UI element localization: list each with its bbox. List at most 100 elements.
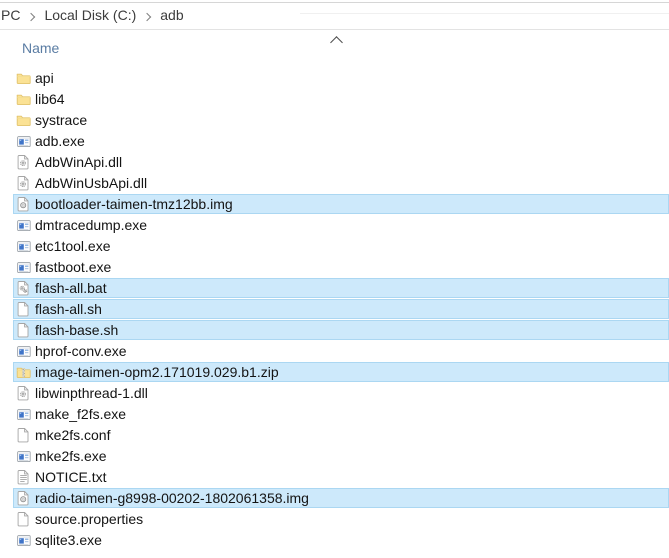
file-name: flash-all.sh (35, 301, 102, 317)
file-row-highlight: systrace (13, 110, 669, 130)
script-icon (16, 280, 31, 296)
column-header-name[interactable]: Name (22, 40, 59, 56)
file-row[interactable]: flash-all.bat (0, 278, 669, 299)
file-row[interactable]: lib64 (0, 89, 669, 110)
file-row-highlight: flash-all.sh (13, 299, 669, 319)
file-name: dmtracedump.exe (35, 217, 148, 233)
file-row-highlight: hprof-conv.exe (13, 341, 669, 361)
address-bar[interactable]: PC Local Disk (C:) adb (0, 2, 669, 30)
file-row[interactable]: radio-taimen-g8998-00202-1802061358.img (0, 488, 669, 509)
file-name: bootloader-taimen-tmz12bb.img (35, 196, 233, 212)
file-row-highlight: make_f2fs.exe (13, 404, 669, 424)
file-row-highlight: source.properties (13, 509, 669, 529)
file-row[interactable]: fastboot.exe (0, 257, 669, 278)
file-row[interactable]: api (0, 68, 669, 89)
doc-icon (16, 322, 31, 338)
file-row[interactable]: NOTICE.txt (0, 467, 669, 488)
file-row-highlight: mke2fs.exe (13, 446, 669, 466)
file-row-highlight: api (13, 68, 669, 88)
file-name: AdbWinUsbApi.dll (35, 175, 148, 191)
folder-icon (16, 70, 31, 86)
app-icon (16, 532, 31, 548)
file-row-highlight: NOTICE.txt (13, 467, 669, 487)
folder-icon (16, 91, 31, 107)
file-row-highlight: etc1tool.exe (13, 236, 669, 256)
file-row[interactable]: AdbWinApi.dll (0, 152, 669, 173)
file-name: mke2fs.conf (35, 427, 111, 443)
breadcrumb: PC Local Disk (C:) adb (0, 7, 184, 25)
file-row[interactable]: AdbWinUsbApi.dll (0, 173, 669, 194)
file-row[interactable]: flash-base.sh (0, 320, 669, 341)
file-name: AdbWinApi.dll (35, 154, 123, 170)
breadcrumb-item[interactable]: PC (1, 7, 20, 23)
file-row[interactable]: etc1tool.exe (0, 236, 669, 257)
dll-icon (16, 175, 31, 191)
file-row-highlight: AdbWinUsbApi.dll (13, 173, 669, 193)
app-icon (16, 343, 31, 359)
file-row[interactable]: adb.exe (0, 131, 669, 152)
file-row-highlight: lib64 (13, 89, 669, 109)
doc-icon (16, 511, 31, 527)
file-row-highlight: libwinpthread-1.dll (13, 383, 669, 403)
breadcrumb-item[interactable]: Local Disk (C:) (44, 7, 136, 23)
file-row-highlight: image-taimen-opm2.171019.029.b1.zip (13, 362, 669, 382)
address-bar-divider (300, 13, 669, 14)
breadcrumb-separator-icon[interactable] (27, 12, 36, 22)
disc-image-icon (16, 196, 31, 212)
file-row-highlight: mke2fs.conf (13, 425, 669, 445)
file-row-highlight: sqlite3.exe (13, 530, 669, 550)
doc-icon (16, 301, 31, 317)
file-row-highlight: adb.exe (13, 131, 669, 151)
app-icon (16, 406, 31, 422)
file-row[interactable]: image-taimen-opm2.171019.029.b1.zip (0, 362, 669, 383)
file-name: api (35, 70, 54, 86)
file-row-highlight: flash-base.sh (13, 320, 669, 340)
app-icon (16, 217, 31, 233)
file-row[interactable]: bootloader-taimen-tmz12bb.img (0, 194, 669, 215)
app-icon (16, 133, 31, 149)
file-row-highlight: dmtracedump.exe (13, 215, 669, 235)
app-icon (16, 259, 31, 275)
file-row-highlight: bootloader-taimen-tmz12bb.img (13, 194, 669, 214)
app-icon (16, 448, 31, 464)
file-name: radio-taimen-g8998-00202-1802061358.img (35, 490, 309, 506)
breadcrumb-separator-icon[interactable] (143, 12, 152, 22)
file-name: NOTICE.txt (35, 469, 107, 485)
file-row[interactable]: systrace (0, 110, 669, 131)
file-row[interactable]: mke2fs.conf (0, 425, 669, 446)
doc-icon (16, 427, 31, 443)
explorer-window: PC Local Disk (C:) adb Name api lib64 systra… (0, 0, 669, 558)
disc-image-icon (16, 490, 31, 506)
chevron-up-icon (330, 36, 343, 49)
file-row[interactable]: libwinpthread-1.dll (0, 383, 669, 404)
file-row[interactable]: source.properties (0, 509, 669, 530)
dll-icon (16, 154, 31, 170)
file-row-highlight: radio-taimen-g8998-00202-1802061358.img (13, 488, 669, 508)
file-name: source.properties (35, 511, 144, 527)
file-name: mke2fs.exe (35, 448, 107, 464)
file-row[interactable]: flash-all.sh (0, 299, 669, 320)
file-row[interactable]: mke2fs.exe (0, 446, 669, 467)
file-name: libwinpthread-1.dll (35, 385, 148, 401)
file-row[interactable]: sqlite3.exe (0, 530, 669, 551)
file-row-highlight: flash-all.bat (13, 278, 669, 298)
file-row[interactable]: make_f2fs.exe (0, 404, 669, 425)
file-name: systrace (35, 112, 88, 128)
breadcrumb-item[interactable]: adb (160, 7, 183, 23)
file-name: make_f2fs.exe (35, 406, 127, 422)
file-name: hprof-conv.exe (35, 343, 127, 359)
file-name: flash-all.bat (35, 280, 107, 296)
dll-icon (16, 385, 31, 401)
file-row-highlight: fastboot.exe (13, 257, 669, 277)
file-name: fastboot.exe (35, 259, 112, 275)
file-row[interactable]: dmtracedump.exe (0, 215, 669, 236)
file-row[interactable]: hprof-conv.exe (0, 341, 669, 362)
file-list: api lib64 systrace adb.exe AdbWinApi.dll AdbW… (0, 68, 669, 551)
file-name: etc1tool.exe (35, 238, 111, 254)
folder-icon (16, 112, 31, 128)
file-name: sqlite3.exe (35, 532, 102, 548)
zip-icon (16, 364, 31, 380)
file-name: adb.exe (35, 133, 85, 149)
app-icon (16, 238, 31, 254)
file-name: flash-base.sh (35, 322, 119, 338)
